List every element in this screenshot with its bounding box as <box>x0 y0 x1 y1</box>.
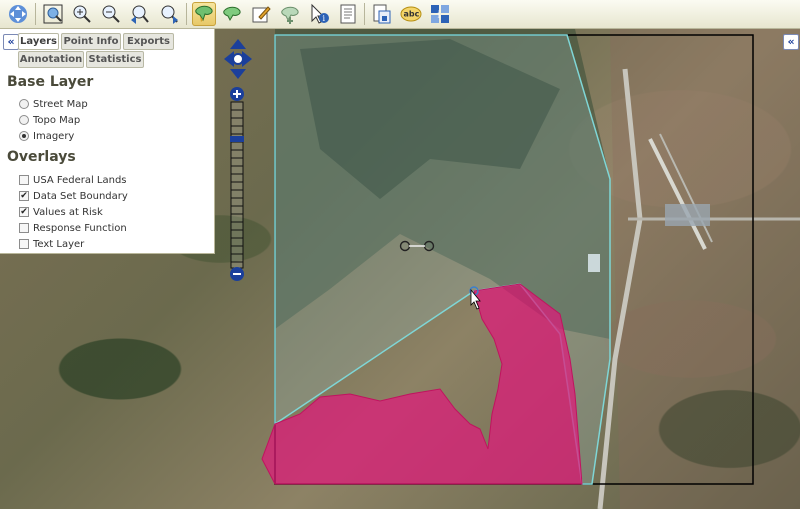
tab-annotation[interactable]: Annotation <box>18 51 84 68</box>
zoom-out-icon <box>102 5 120 23</box>
export-button[interactable] <box>370 2 394 26</box>
identify-icon: i <box>311 3 329 24</box>
pan-control <box>224 39 252 79</box>
svg-text:i: i <box>438 11 441 21</box>
base-layer-title: Base Layer <box>7 74 94 90</box>
collapse-right-button[interactable]: « <box>783 34 799 50</box>
edit-area-button[interactable] <box>249 2 273 26</box>
zoom-out-button[interactable] <box>99 2 123 26</box>
zoom-slider[interactable] <box>229 86 245 284</box>
tab-exports[interactable]: Exports <box>123 33 174 50</box>
zoom-previous-icon <box>131 5 149 24</box>
zoom-in-button[interactable] <box>70 2 94 26</box>
overlay-text-layer[interactable]: Text Layer <box>19 237 84 251</box>
radio-topo-map[interactable] <box>19 115 29 125</box>
label-imagery: Imagery <box>33 130 75 142</box>
pan-tool-button[interactable] <box>6 2 30 26</box>
checkbox-text-layer[interactable] <box>19 239 29 249</box>
move-icon <box>9 5 27 23</box>
checkbox-usa-federal-lands[interactable] <box>19 175 29 185</box>
globe-zoom-icon <box>43 4 63 24</box>
zoom-slider-handle[interactable] <box>230 136 244 142</box>
zoom-next-button[interactable] <box>157 2 181 26</box>
base-layer-street-map[interactable]: Street Map <box>19 97 88 111</box>
checkbox-values-at-risk[interactable]: ✔ <box>19 207 29 217</box>
polygon-split-icon <box>281 6 299 24</box>
svg-text:abc: abc <box>404 10 420 19</box>
zoom-in-icon <box>73 5 91 23</box>
overlay-usa-federal-lands[interactable]: USA Federal Lands <box>19 173 127 187</box>
pan-down-icon[interactable] <box>230 69 246 79</box>
layers-panel: « Layers Point Info Exports Annotation S… <box>0 29 215 254</box>
zoom-previous-button[interactable] <box>128 2 152 26</box>
checkbox-data-set-boundary[interactable]: ✔ <box>19 191 29 201</box>
base-layer-topo-map[interactable]: Topo Map <box>19 113 80 127</box>
overlay-data-set-boundary[interactable]: ✔ Data Set Boundary <box>19 189 128 203</box>
label-text-layer: Text Layer <box>33 238 85 250</box>
base-layer-imagery[interactable]: Imagery <box>19 129 74 143</box>
label-data-set-boundary: Data Set Boundary <box>33 190 128 202</box>
overlays-title: Overlays <box>7 149 76 165</box>
collapse-left-button[interactable]: « <box>3 34 19 50</box>
checkbox-response-function[interactable] <box>19 223 29 233</box>
area-tool-button[interactable] <box>192 2 216 26</box>
label-usa-federal-lands: USA Federal Lands <box>33 174 127 186</box>
label-button[interactable]: abc <box>399 2 423 26</box>
polygon-draw-icon <box>223 6 241 22</box>
tab-layers[interactable]: Layers <box>18 33 59 50</box>
tab-statistics[interactable]: Statistics <box>86 51 144 68</box>
label-topo-map: Topo Map <box>33 114 81 126</box>
overlay-response-function[interactable]: Response Function <box>19 221 127 235</box>
info-icon: i <box>431 5 449 23</box>
pan-up-icon[interactable] <box>230 39 246 49</box>
identify-button[interactable]: i <box>307 2 331 26</box>
zoom-next-icon <box>161 5 178 24</box>
radio-imagery[interactable] <box>19 131 29 141</box>
label-values-at-risk: Values at Risk <box>33 206 103 218</box>
label-street-map: Street Map <box>33 98 88 110</box>
export-icon <box>373 4 391 24</box>
info-button[interactable]: i <box>428 2 452 26</box>
radio-street-map[interactable] <box>19 99 29 109</box>
area-tool-3-button[interactable] <box>278 2 302 26</box>
zoom-extent-button[interactable] <box>41 2 65 26</box>
label-response-function: Response Function <box>33 222 127 234</box>
abc-label-icon: abc <box>400 6 422 22</box>
polygon-select-icon <box>195 5 213 22</box>
edit-area-icon <box>252 6 271 23</box>
tab-point-info[interactable]: Point Info <box>61 33 121 50</box>
report-button[interactable] <box>336 2 360 26</box>
toolbar: i abc i <box>0 0 800 29</box>
area-tool-2-button[interactable] <box>220 2 244 26</box>
overlay-values-at-risk[interactable]: ✔ Values at Risk <box>19 205 103 219</box>
report-icon <box>340 4 356 24</box>
svg-text:i: i <box>323 14 326 23</box>
